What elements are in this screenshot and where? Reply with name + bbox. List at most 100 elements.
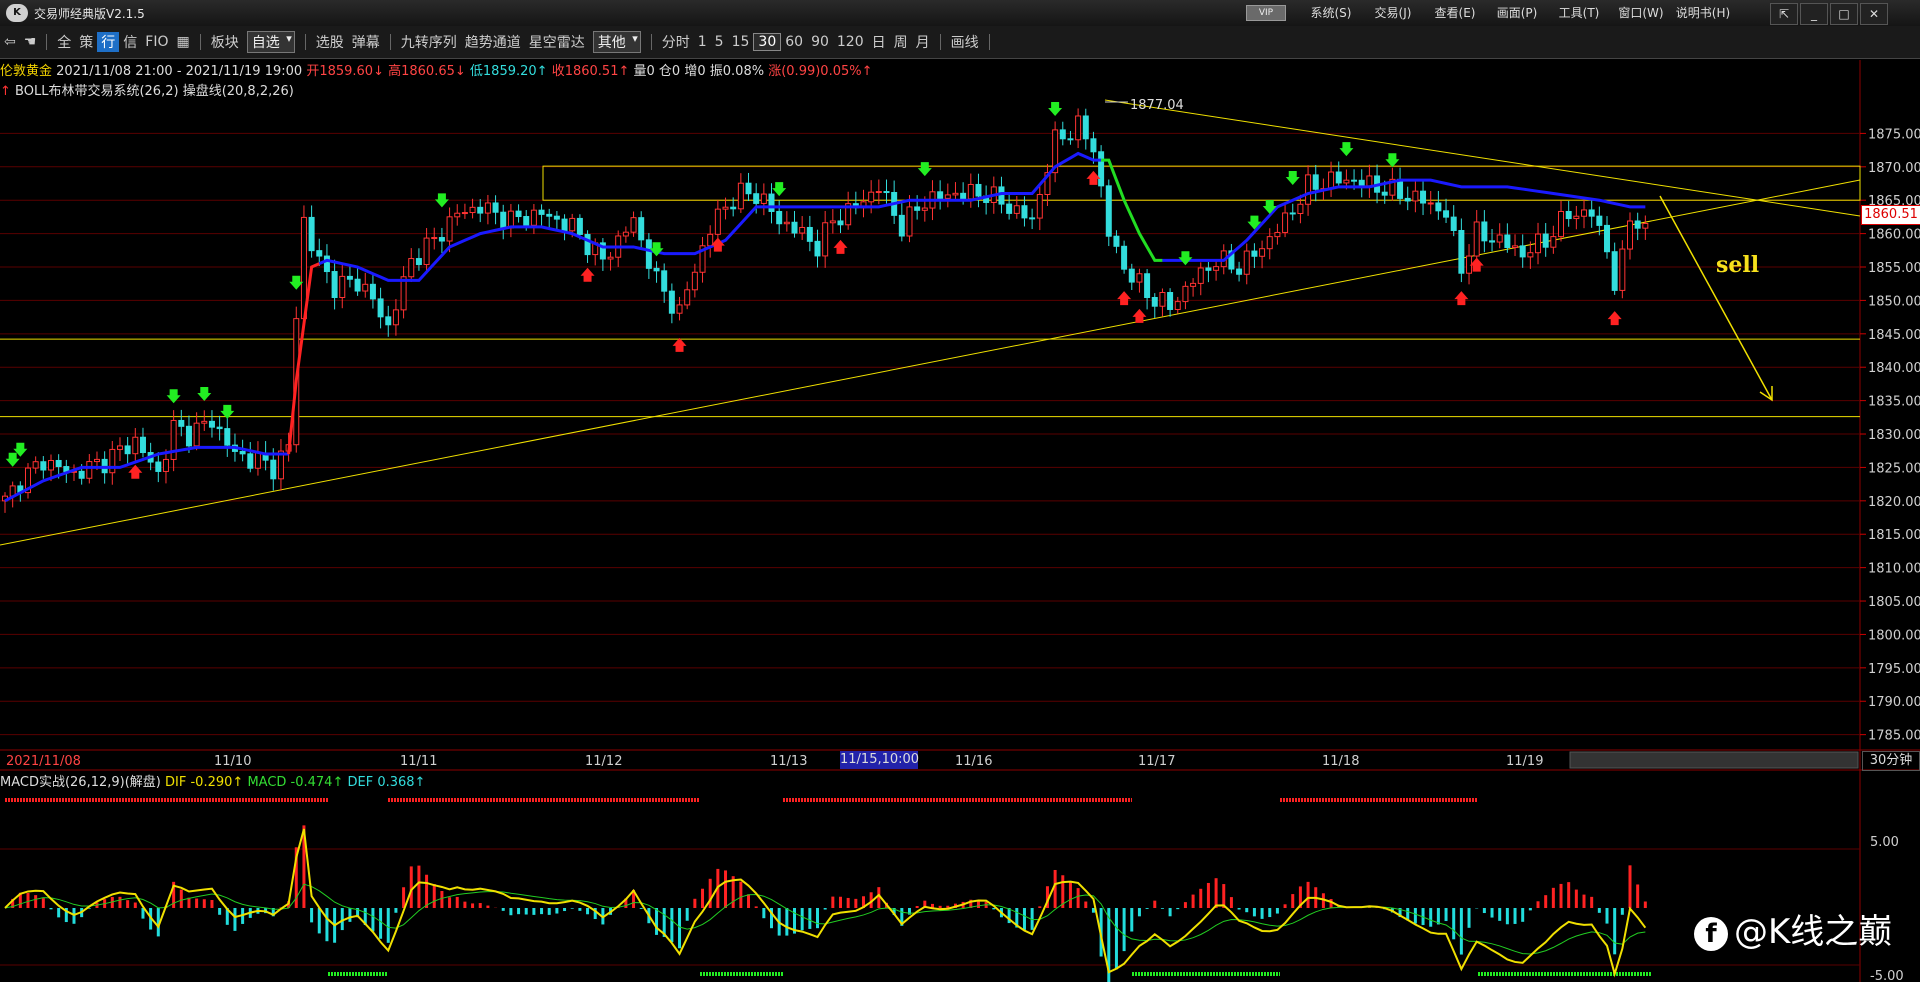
- sell-signal-icon: [1607, 311, 1622, 326]
- candle-body: [707, 233, 714, 247]
- period-day[interactable]: 日: [868, 32, 890, 52]
- vip-badge[interactable]: VIP: [1246, 5, 1286, 21]
- menu-screen[interactable]: 画面(P): [1486, 4, 1548, 22]
- candle-body: [829, 220, 836, 224]
- boll-legend[interactable]: BOLL布林带交易系统(26,2): [15, 84, 179, 99]
- candle-body: [201, 420, 208, 424]
- toolbar-all[interactable]: 全: [53, 32, 75, 52]
- danmu-button[interactable]: 弹幕: [348, 32, 384, 52]
- candle-body: [500, 211, 507, 229]
- candle-body: [1588, 209, 1595, 217]
- title-bar: K 交易师经典版V2.1.5 VIP 系统(S) 交易(J) 查看(E) 画面(…: [0, 0, 1920, 27]
- indicator-radar[interactable]: 星空雷达: [525, 32, 589, 52]
- close-price: 收1860.51↑: [551, 64, 630, 79]
- candle-body: [1504, 234, 1511, 248]
- macd-name[interactable]: MACD实战(26,12,9)(解盘): [0, 775, 161, 790]
- zixuan-dropdown[interactable]: 自选: [246, 31, 295, 53]
- candle-body: [967, 183, 974, 200]
- macd-dif-line: [4, 828, 1647, 978]
- close-button[interactable]: ✕: [1860, 3, 1888, 25]
- candle-body: [1006, 203, 1013, 214]
- other-dropdown[interactable]: 其他: [592, 31, 641, 53]
- bankuai-button[interactable]: 板块: [207, 32, 243, 52]
- indicator-trend-channel[interactable]: 趋势通道: [461, 32, 525, 52]
- candle-body: [1443, 210, 1450, 218]
- draw-line-button[interactable]: 画线: [947, 32, 983, 52]
- date-scroll-bar: [1569, 751, 1859, 769]
- indicator-legend: ↑ BOLL布林带交易系统(26,2) 操盘线(20,8,2,26): [0, 80, 294, 99]
- price-tick-label: 1875.00: [1868, 127, 1920, 142]
- candle-body: [423, 237, 430, 266]
- period-60m[interactable]: 60: [781, 34, 807, 50]
- menu-help[interactable]: 说明书(H): [1672, 4, 1734, 22]
- candle-body: [1535, 233, 1542, 254]
- grid-icon[interactable]: ▦: [173, 34, 194, 50]
- period-5m[interactable]: 5: [711, 34, 728, 50]
- candle-body: [1358, 179, 1365, 187]
- menu-trade[interactable]: 交易(J): [1362, 4, 1424, 22]
- candle-body: [139, 436, 146, 454]
- menu-tools[interactable]: 工具(T): [1548, 4, 1610, 22]
- price-tick-label: 1790.00: [1868, 695, 1920, 710]
- candle-body: [385, 316, 392, 326]
- candle-body: [1481, 221, 1488, 242]
- period-30m[interactable]: 30: [753, 33, 782, 51]
- candle-body: [162, 458, 169, 472]
- candle-body: [768, 193, 775, 212]
- candle-body: [354, 278, 361, 292]
- candle-body: [722, 206, 729, 210]
- caopan-legend[interactable]: 操盘线(20,8,2,26): [183, 84, 294, 99]
- candle-body: [1182, 285, 1189, 303]
- candle-body: [1213, 266, 1220, 271]
- minimize-button[interactable]: _: [1800, 3, 1828, 25]
- amplitude: 振0.08%: [709, 64, 765, 79]
- stock-picker-button[interactable]: 选股: [312, 32, 348, 52]
- date-range: 2021/11/08 21:00 - 2021/11/19 19:00: [56, 64, 303, 79]
- candle-body: [1197, 267, 1204, 284]
- candle-body: [1596, 215, 1603, 226]
- toolbar-quotes[interactable]: 行: [97, 32, 120, 52]
- period-120m[interactable]: 120: [833, 34, 868, 50]
- toolbar-strategy[interactable]: 策: [75, 32, 97, 52]
- period-month[interactable]: 月: [912, 32, 934, 52]
- period-1m[interactable]: 1: [694, 34, 711, 50]
- buy-signal-icon: [1285, 171, 1300, 186]
- candle-body: [661, 270, 668, 292]
- candle-body: [1174, 301, 1181, 310]
- candle-body: [1105, 185, 1112, 237]
- app-logo-icon: K: [6, 4, 28, 22]
- maximize-button[interactable]: □: [1830, 3, 1858, 25]
- restore-window-button[interactable]: ⇱: [1770, 3, 1798, 25]
- candle-body: [1128, 268, 1135, 283]
- hand-icon[interactable]: ☚: [20, 34, 41, 50]
- candle-body: [783, 221, 790, 225]
- candle-body: [914, 206, 921, 211]
- period-week[interactable]: 周: [890, 32, 912, 52]
- period-15m[interactable]: 15: [728, 34, 754, 50]
- candle-body: [392, 309, 399, 326]
- back-icon[interactable]: ⇦: [0, 34, 20, 50]
- buy-signal-icon: [1385, 153, 1400, 168]
- candle-body: [1397, 178, 1404, 199]
- period-intraday[interactable]: 分时: [658, 32, 694, 52]
- candle-body: [1113, 235, 1120, 247]
- up-arrow-icon: ↑: [0, 84, 11, 99]
- candle-body: [1512, 245, 1519, 248]
- candle-body: [1121, 245, 1128, 270]
- candle-body: [1642, 223, 1649, 229]
- price-tick-label: 1815.00: [1868, 528, 1920, 543]
- menu-window[interactable]: 窗口(W): [1610, 4, 1672, 22]
- candle-body: [308, 216, 315, 252]
- buy-signal-icon: [197, 387, 212, 402]
- change: 涨(0.99)0.05%↑: [768, 64, 873, 79]
- toolbar-fio[interactable]: FIO: [141, 34, 172, 50]
- candle-body: [753, 193, 760, 204]
- menu-view[interactable]: 查看(E): [1424, 4, 1486, 22]
- indicator-jiuzhuan[interactable]: 九转序列: [397, 32, 461, 52]
- menu-system[interactable]: 系统(S): [1300, 4, 1362, 22]
- period-90m[interactable]: 90: [807, 34, 833, 50]
- date-tick-label: 11/16: [955, 754, 992, 769]
- toolbar-info[interactable]: 信: [119, 32, 141, 52]
- candle-body: [1627, 220, 1634, 250]
- period-label[interactable]: 30分钟: [1862, 751, 1920, 771]
